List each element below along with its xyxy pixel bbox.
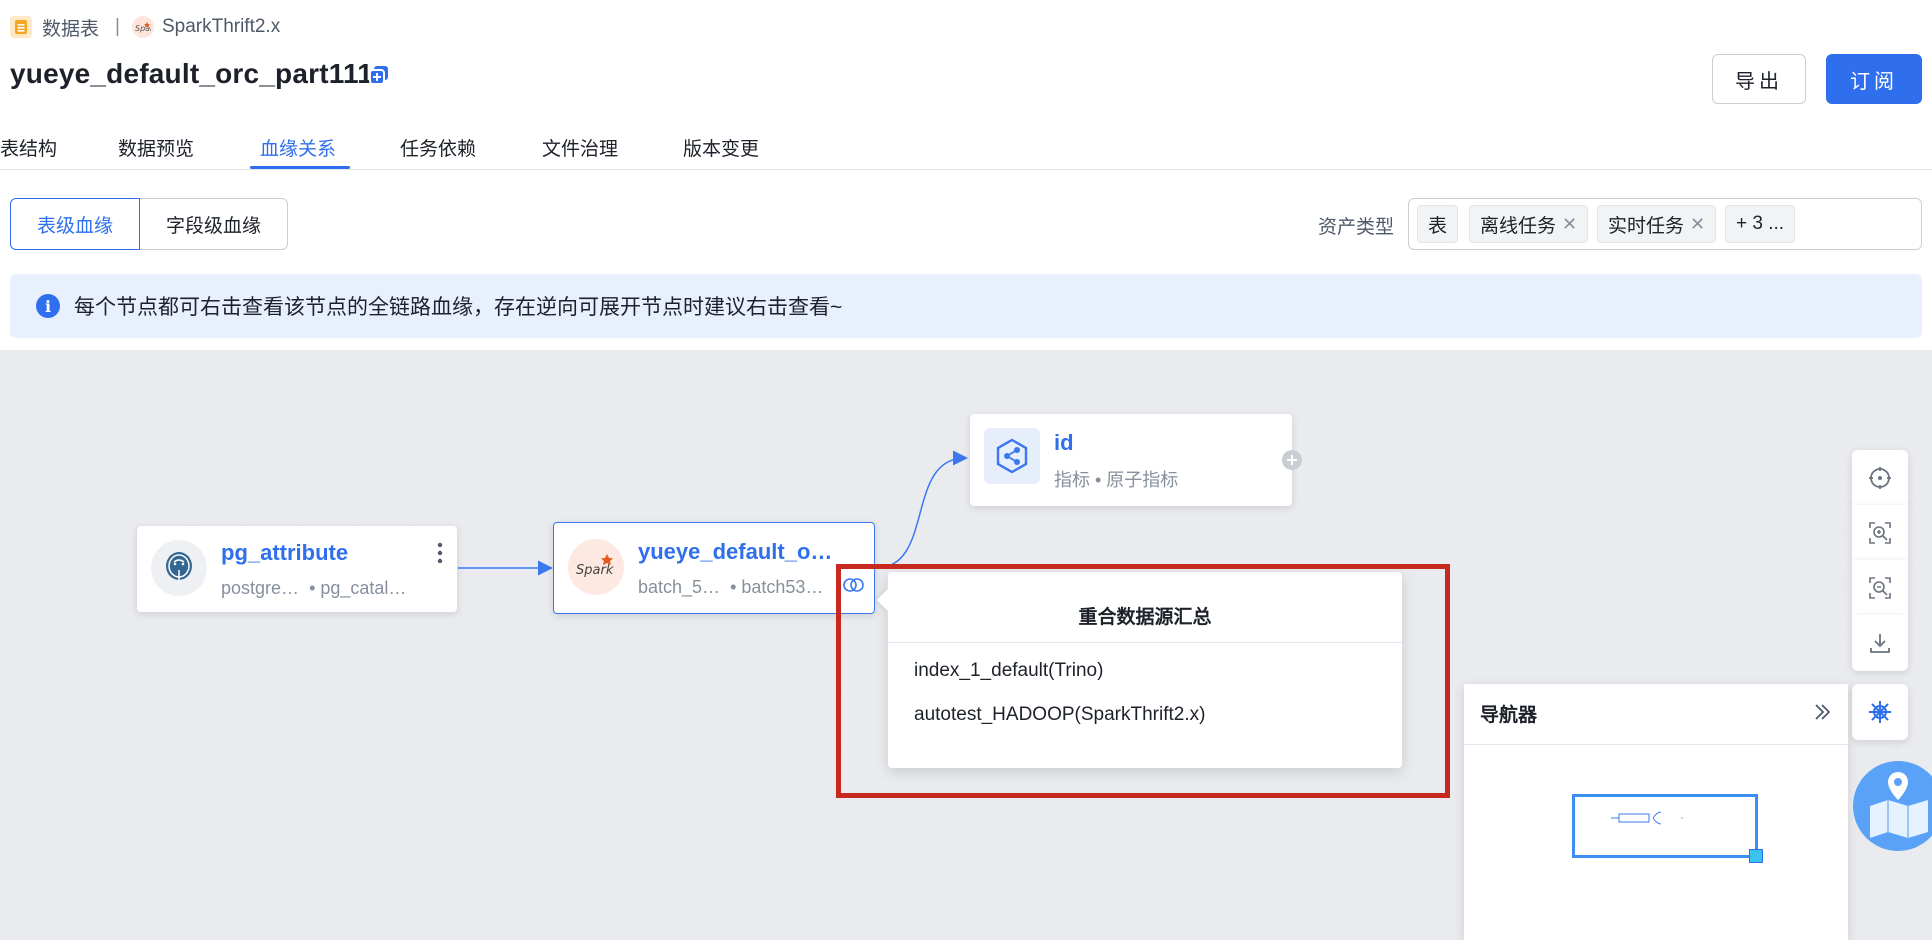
download-button[interactable] bbox=[1852, 615, 1908, 671]
download-icon bbox=[1870, 634, 1890, 653]
node-meta: postgre… • pg_catal… bbox=[221, 578, 406, 599]
node-meta: batch_5… • batch53… bbox=[638, 577, 823, 598]
lineage-node-current[interactable]: Spark yueye_default_o… batch_5… • batch5… bbox=[553, 522, 875, 614]
collapse-navigator-icon[interactable] bbox=[1812, 702, 1832, 727]
metric-share-icon bbox=[984, 428, 1040, 484]
lineage-node-source[interactable]: pg_attribute postgre… • pg_catal… bbox=[137, 526, 457, 612]
node-schema: • batch53… bbox=[730, 577, 824, 597]
viewport-resize-handle[interactable] bbox=[1749, 849, 1763, 863]
spark-icon: Spark bbox=[568, 539, 624, 595]
edge-current-to-metric bbox=[875, 450, 968, 569]
node-datasource: batch_5… bbox=[638, 577, 721, 597]
helm-icon bbox=[1869, 701, 1891, 723]
locate-center-button[interactable] bbox=[1852, 450, 1908, 506]
zoom-in-icon bbox=[1869, 522, 1891, 544]
map-assistant-icon[interactable] bbox=[1852, 760, 1932, 852]
node-datasource: postgre… bbox=[221, 578, 300, 598]
more-options-icon[interactable] bbox=[437, 542, 443, 564]
zoom-in-button[interactable] bbox=[1852, 505, 1908, 561]
node-name[interactable]: pg_attribute bbox=[221, 540, 421, 566]
navigator-viewport[interactable] bbox=[1572, 794, 1763, 863]
navigator-toggle-button[interactable] bbox=[1852, 684, 1908, 740]
highlight-annotation-box bbox=[836, 564, 1450, 798]
locate-icon bbox=[1869, 467, 1891, 489]
lineage-node-metric[interactable]: id 指标 • 原子指标 bbox=[970, 414, 1292, 506]
postgresql-icon bbox=[151, 540, 207, 596]
node-name[interactable]: yueye_default_o… bbox=[638, 539, 868, 565]
zoom-out-button[interactable] bbox=[1852, 560, 1908, 616]
navigator-title: 导航器 bbox=[1480, 705, 1538, 726]
node-name[interactable]: id bbox=[1054, 430, 1074, 456]
node-meta: 指标 • 原子指标 bbox=[1054, 470, 1179, 490]
zoom-out-icon bbox=[1869, 577, 1891, 599]
navigator-divider bbox=[1464, 744, 1848, 745]
navigator-minimap bbox=[1611, 811, 1683, 825]
expand-node-icon[interactable] bbox=[1281, 449, 1303, 476]
svg-text:Spark: Spark bbox=[576, 563, 614, 578]
navigator-panel: 导航器 bbox=[1464, 684, 1848, 940]
node-schema: • pg_catal… bbox=[309, 578, 407, 598]
